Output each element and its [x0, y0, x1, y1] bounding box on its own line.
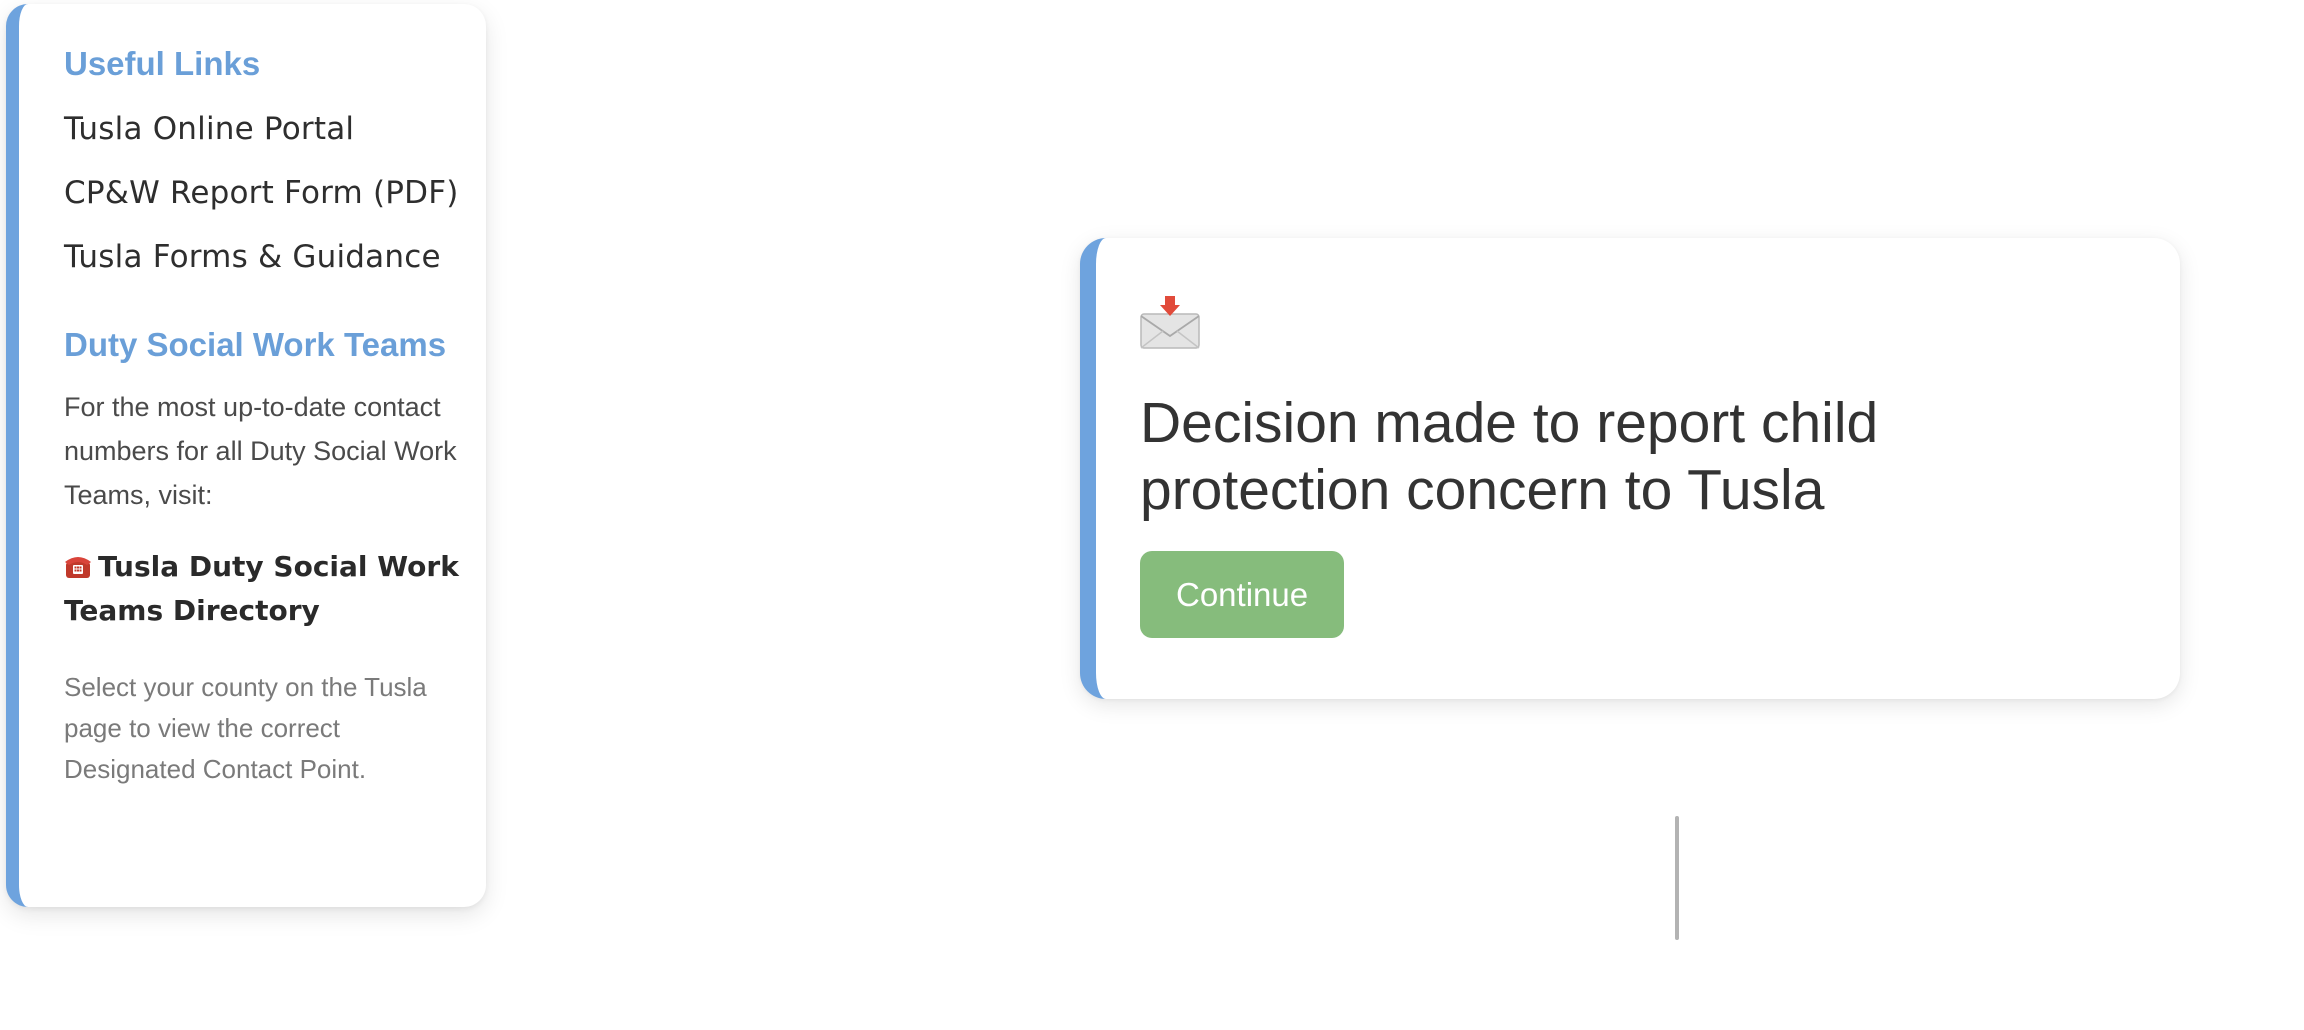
duty-teams-directory-link[interactable]: Tusla Duty Social Work Teams Directory — [64, 545, 462, 633]
duty-teams-heading: Duty Social Work Teams — [64, 326, 447, 363]
county-note: Select your county on the Tusla page to … — [64, 672, 427, 784]
tusla-forms-guidance-link[interactable]: Tusla Forms & Guidance — [64, 234, 462, 281]
decision-title: Decision made to report child protection… — [1140, 391, 1879, 522]
useful-links-heading: Useful Links — [64, 45, 261, 82]
telephone-icon — [64, 548, 92, 578]
useful-links-sidebar: Useful Links Tusla Online Portal CP&W Re… — [6, 4, 486, 907]
duty-teams-directory-label[interactable]: Tusla Duty Social Work Teams Directory — [64, 550, 459, 627]
cpw-report-form-link[interactable]: CP&W Report Form (PDF) — [64, 170, 462, 217]
flow-connector-line — [1675, 816, 1679, 940]
tusla-online-portal-link[interactable]: Tusla Online Portal — [64, 106, 462, 153]
duty-teams-description: For the most up-to-date contact numbers … — [64, 392, 457, 510]
envelope-with-arrow-icon — [1140, 294, 1200, 350]
useful-links-list: Tusla Online Portal CP&W Report Form (PD… — [64, 106, 462, 281]
decision-card: Decision made to report child protection… — [1080, 238, 2180, 699]
continue-button[interactable]: Continue — [1140, 551, 1345, 638]
